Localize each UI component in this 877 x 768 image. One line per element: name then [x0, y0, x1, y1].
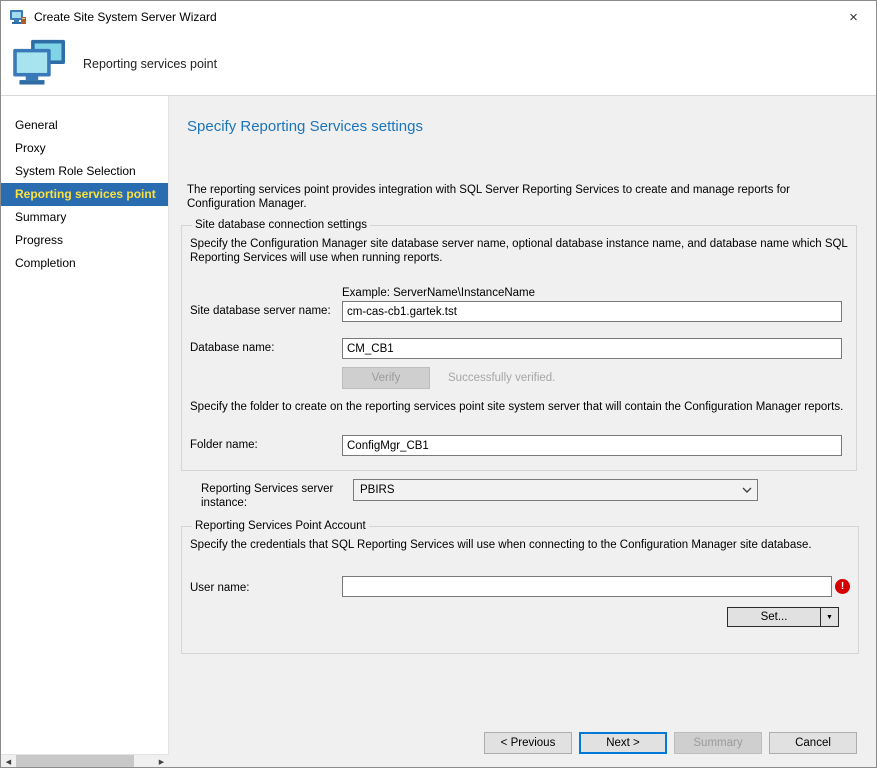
- username-input[interactable]: [342, 576, 832, 597]
- sidebar-item-reporting-services-point[interactable]: Reporting services point: [1, 183, 168, 206]
- folder-description: Specify the folder to create on the repo…: [190, 401, 848, 413]
- site-database-group: Site database connection settings Specif…: [181, 219, 857, 471]
- wizard-footer: < Previous Next > Summary Cancel: [484, 732, 857, 754]
- wizard-header: Reporting services point: [1, 33, 876, 96]
- verify-button[interactable]: Verify: [342, 367, 430, 389]
- dropdown-arrow-icon[interactable]: ▼: [820, 608, 838, 626]
- sidebar-item-progress[interactable]: Progress: [1, 229, 168, 252]
- username-label: User name:: [190, 578, 342, 595]
- account-group-title: Reporting Services Point Account: [192, 520, 369, 532]
- scrollbar-thumb[interactable]: [16, 755, 134, 768]
- instance-selected-value: PBIRS: [360, 484, 395, 496]
- instance-dropdown[interactable]: PBIRS: [353, 479, 758, 501]
- next-button[interactable]: Next >: [579, 732, 667, 754]
- wizard-app-icon: [9, 8, 27, 26]
- account-description: Specify the credentials that SQL Reporti…: [190, 538, 850, 552]
- wizard-window: Create Site System Server Wizard × Repor…: [0, 0, 877, 768]
- folder-name-input[interactable]: [342, 435, 842, 456]
- server-name-label: Site database server name:: [190, 301, 342, 322]
- scrollbar-track[interactable]: [16, 755, 154, 768]
- instance-label: Reporting Services server instance:: [201, 479, 353, 510]
- titlebar: Create Site System Server Wizard ×: [1, 1, 876, 33]
- wizard-page-name: Reporting services point: [83, 57, 217, 71]
- database-name-label: Database name:: [190, 338, 342, 359]
- sidebar-item-proxy[interactable]: Proxy: [1, 137, 168, 160]
- window-title: Create Site System Server Wizard: [34, 10, 217, 24]
- set-account-button[interactable]: Set... ▼: [727, 607, 839, 627]
- instance-example-text: Example: ServerName\InstanceName: [342, 287, 848, 299]
- verify-status-text: Successfully verified.: [448, 372, 555, 384]
- scroll-right-icon[interactable]: ▶: [154, 755, 169, 768]
- close-icon[interactable]: ×: [831, 1, 876, 33]
- server-name-input[interactable]: [342, 301, 842, 322]
- sidebar-item-general[interactable]: General: [1, 114, 168, 137]
- summary-button[interactable]: Summary: [674, 732, 762, 754]
- sidebar-item-summary[interactable]: Summary: [1, 206, 168, 229]
- sidebar-item-completion[interactable]: Completion: [1, 252, 168, 275]
- wizard-step-list: General Proxy System Role Selection Repo…: [1, 96, 169, 768]
- cancel-button[interactable]: Cancel: [769, 732, 857, 754]
- wizard-main-panel: Specify Reporting Services settings The …: [169, 96, 876, 768]
- site-database-group-title: Site database connection settings: [192, 219, 370, 231]
- scroll-left-icon[interactable]: ◀: [1, 755, 16, 768]
- page-intro-text: The reporting services point provides in…: [187, 183, 855, 211]
- horizontal-scrollbar: ◀ ▶: [1, 754, 169, 768]
- sidebar-item-system-role-selection[interactable]: System Role Selection: [1, 160, 168, 183]
- folder-name-label: Folder name:: [190, 435, 342, 456]
- page-title: Specify Reporting Services settings: [187, 118, 857, 135]
- account-group: Reporting Services Point Account Specify…: [181, 520, 859, 654]
- set-button-label: Set...: [728, 608, 820, 626]
- previous-button[interactable]: < Previous: [484, 732, 572, 754]
- site-database-description: Specify the Configuration Manager site d…: [190, 237, 848, 265]
- monitors-icon: [11, 39, 69, 89]
- chevron-down-icon[interactable]: [737, 480, 757, 500]
- database-name-input[interactable]: [342, 338, 842, 359]
- validation-error-icon: !: [835, 579, 850, 594]
